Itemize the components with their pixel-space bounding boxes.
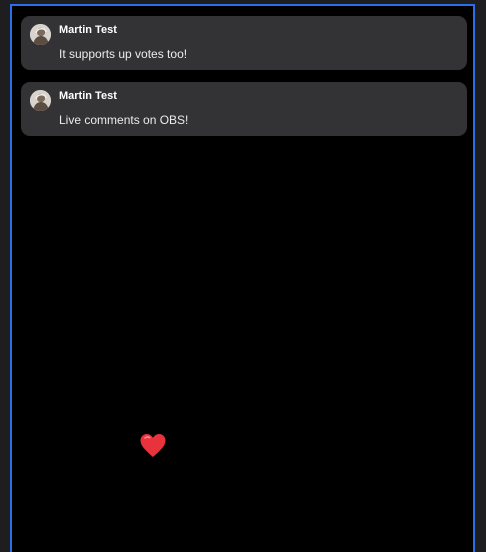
avatar-icon <box>30 90 51 111</box>
obs-overlay-frame: Martin Test It supports up votes too! Ma… <box>10 4 475 552</box>
comment-text: Live comments on OBS! <box>59 113 189 127</box>
comment-text: It supports up votes too! <box>59 47 188 61</box>
user-avatar <box>30 90 51 111</box>
comment-author: Martin Test <box>59 90 117 102</box>
comment-card: Martin Test Live comments on OBS! <box>21 82 467 136</box>
avatar-icon <box>30 24 51 45</box>
heart-icon <box>140 434 166 457</box>
heart-reaction <box>139 432 167 460</box>
comment-card: Martin Test It supports up votes too! <box>21 16 467 70</box>
comment-author: Martin Test <box>59 24 117 36</box>
user-avatar <box>30 24 51 45</box>
